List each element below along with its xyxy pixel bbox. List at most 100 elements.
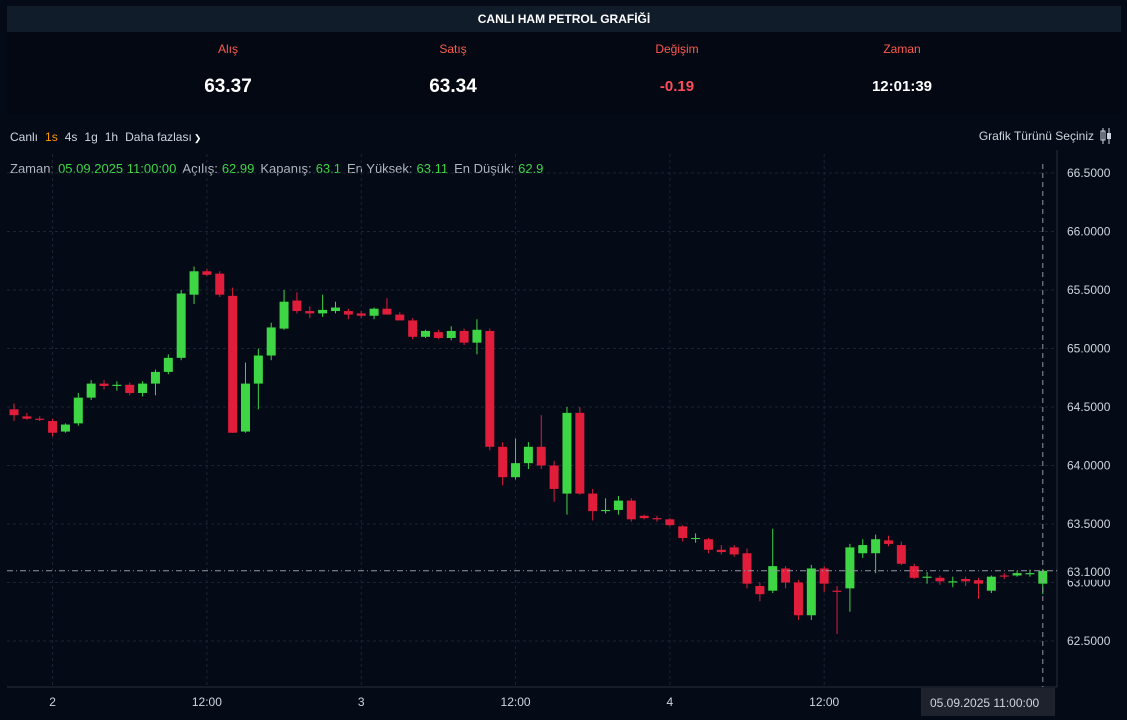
candle-body — [292, 300, 302, 312]
candle-body — [793, 582, 803, 616]
candle-body — [549, 465, 559, 489]
candle-body — [626, 500, 636, 520]
candlestick-icon — [1100, 128, 1111, 144]
candle-body — [48, 421, 58, 433]
candle-body — [408, 320, 418, 337]
candle-body — [459, 330, 469, 343]
interval-1s-button[interactable]: 1s — [45, 130, 58, 144]
change-value: -0.19 — [659, 78, 695, 95]
candle-body — [974, 580, 983, 584]
ask-value: 63.34 — [429, 76, 477, 97]
candle-body — [253, 355, 263, 384]
candle-body — [433, 332, 443, 338]
chart-type-label: Grafik Türünü Seçiniz — [978, 129, 1094, 143]
candle-body — [588, 493, 598, 512]
candle-body — [845, 547, 855, 589]
candle-body — [691, 538, 701, 540]
time-value: 12:01:39 — [871, 78, 933, 95]
candle-body — [883, 540, 893, 544]
candle-body — [832, 590, 842, 592]
candle-body — [909, 566, 919, 578]
candle-body — [948, 581, 958, 583]
candle-body — [999, 575, 1009, 577]
candle-body — [922, 576, 932, 578]
crosshair-time-label: 05.09.2025 11:00:00 — [930, 696, 1040, 710]
change-label: Değişim — [655, 42, 699, 56]
chart-title: CANLI HAM PETROL GRAFİĞİ — [7, 6, 1121, 32]
candle-body — [755, 586, 765, 595]
candle-body — [112, 384, 122, 386]
interval-1h-button[interactable]: 1h — [105, 130, 118, 144]
candle-body — [86, 383, 96, 398]
x-tick-label: 12:00 — [192, 695, 222, 709]
candle-body — [511, 463, 521, 478]
candle-body — [536, 446, 546, 466]
more-intervals-dropdown[interactable]: Daha fazlası ❯ — [125, 130, 208, 144]
price-stats-panel: Alış 63.37 Satış 63.34 Değişim -0.19 Zam… — [7, 32, 1121, 114]
time-label: Zaman — [883, 42, 921, 56]
live-button[interactable]: Canlı — [10, 130, 38, 144]
x-tick-label: 12:00 — [809, 695, 839, 709]
candle-body — [472, 329, 482, 343]
candle-body — [382, 308, 392, 315]
candle-body — [1012, 573, 1022, 576]
y-tick-label: 65.0000 — [1067, 342, 1111, 356]
y-tick-label: 63.5000 — [1067, 517, 1111, 531]
candle-body — [202, 271, 212, 275]
candle-body — [356, 313, 366, 316]
more-intervals-label: Daha fazlası — [125, 130, 192, 144]
candle-body — [742, 553, 752, 584]
candle-body — [498, 446, 508, 478]
chart-type-selector[interactable]: Grafik Türünü Seçiniz — [979, 127, 1112, 145]
interval-toolbar: Canlı 1s 4s 1g 1h Daha fazlası ❯ — [10, 129, 215, 145]
candle-body — [163, 357, 173, 372]
candle-body — [215, 273, 225, 295]
candle-body — [369, 308, 379, 316]
candle-body — [228, 295, 238, 433]
candle-body — [768, 566, 778, 591]
interval-1g-button[interactable]: 1g — [84, 130, 97, 144]
candle-body — [60, 424, 70, 432]
y-tick-label: 66.0000 — [1067, 225, 1111, 239]
candle-body — [729, 547, 739, 555]
candle-body — [562, 412, 572, 494]
candle-body — [421, 330, 431, 337]
candlestick-chart[interactable]: 66.5000 66.0000 65.5000 65.0000 64.5000 64.00… — [0, 150, 1127, 720]
chevron-down-icon: ❯ — [193, 133, 202, 143]
candle-body — [961, 578, 971, 582]
candle-body — [266, 327, 276, 356]
candle-body — [125, 384, 135, 393]
candle-body — [9, 409, 19, 416]
current-price-label: 63.1000 — [1067, 565, 1111, 579]
candle-body — [806, 568, 816, 616]
y-tick-label: 64.0000 — [1067, 459, 1111, 473]
candle-body — [22, 416, 32, 419]
candle-body — [716, 549, 726, 553]
bid-value: 63.37 — [204, 76, 252, 97]
y-tick-label: 62.5000 — [1067, 634, 1111, 648]
y-tick-label: 64.5000 — [1067, 400, 1111, 414]
candle-body — [176, 293, 186, 358]
candle-body — [575, 412, 585, 494]
candle-body — [639, 515, 649, 519]
candle-body — [1025, 573, 1035, 575]
candle-body — [678, 526, 688, 539]
candle-body — [395, 314, 405, 321]
x-tick-label: 3 — [358, 695, 365, 709]
candle-body — [305, 311, 315, 314]
ask-label: Satış — [439, 42, 467, 56]
y-tick-label: 66.5000 — [1067, 166, 1111, 180]
candle-body — [986, 576, 996, 591]
candle-body — [73, 397, 83, 424]
candle-body — [138, 383, 148, 393]
candle-body — [896, 545, 906, 564]
candle-body — [613, 500, 623, 510]
candle-body — [343, 311, 353, 315]
candle-body — [935, 577, 945, 582]
interval-4s-button[interactable]: 4s — [65, 130, 78, 144]
y-tick-label: 65.5000 — [1067, 283, 1111, 297]
candle-body — [240, 383, 250, 432]
candle-body — [189, 271, 199, 295]
candle-body — [652, 518, 662, 520]
candle-body — [318, 309, 328, 314]
